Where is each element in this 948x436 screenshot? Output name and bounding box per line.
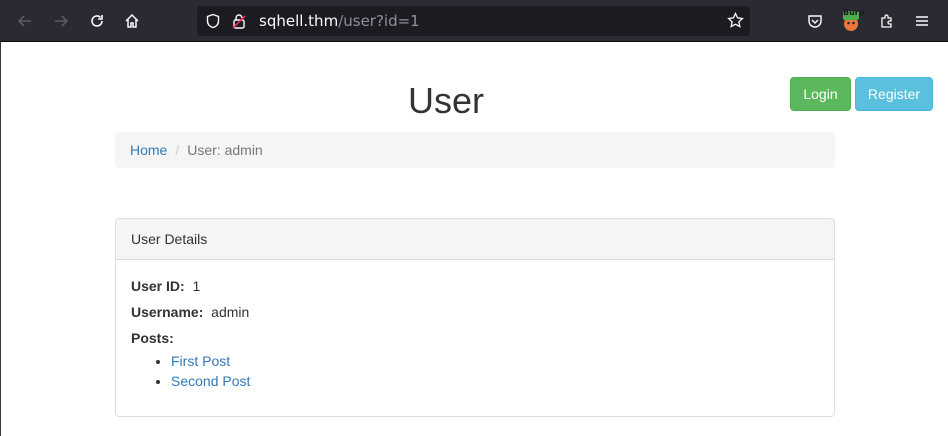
panel-body: User ID: 1 Username: admin Posts: First …	[116, 260, 834, 391]
post-link-second[interactable]: Second Post	[171, 371, 819, 391]
user-id-value: 1	[192, 278, 201, 294]
bookmark-star-icon[interactable]	[727, 11, 744, 34]
burp-extension-icon[interactable]: Burp	[837, 7, 865, 35]
forward-arrow-icon[interactable]	[47, 7, 75, 35]
back-arrow-icon[interactable]	[11, 7, 39, 35]
shield-icon[interactable]	[205, 13, 221, 34]
login-button[interactable]: Login	[790, 77, 851, 111]
extensions-puzzle-icon[interactable]	[873, 7, 901, 35]
reload-icon[interactable]	[83, 7, 111, 35]
register-button[interactable]: Register	[855, 77, 933, 111]
burp-badge: Burp	[843, 8, 865, 17]
user-details-panel: User Details User ID: 1 Username: admin …	[115, 218, 835, 417]
page-content: User Login Register Home / User: admin U…	[0, 42, 948, 436]
username-label: Username:	[131, 304, 204, 320]
browser-toolbar: sqhell.thm/user?id=1 Burp	[0, 0, 948, 42]
breadcrumb-separator: /	[175, 142, 180, 158]
posts-list: First Post Second Post	[131, 351, 819, 391]
breadcrumb-home-link[interactable]: Home	[130, 142, 167, 158]
page-title: User	[407, 80, 484, 121]
user-id-row: User ID: 1	[131, 277, 819, 303]
home-icon[interactable]	[118, 7, 146, 35]
user-id-label: User ID:	[131, 278, 185, 294]
url-bar[interactable]: sqhell.thm/user?id=1	[197, 6, 750, 36]
posts-label: Posts:	[131, 330, 174, 346]
username-value: admin	[211, 304, 250, 320]
post-link-first[interactable]: First Post	[171, 351, 819, 371]
breadcrumb-current: User: admin	[187, 142, 263, 158]
url-host: sqhell.thm	[259, 12, 339, 30]
breadcrumb: Home / User: admin	[115, 132, 835, 168]
menu-hamburger-icon[interactable]	[908, 7, 936, 35]
url-text[interactable]: sqhell.thm/user?id=1	[259, 12, 420, 30]
url-path: /user?id=1	[338, 12, 420, 30]
pocket-icon[interactable]	[801, 7, 829, 35]
panel-heading: User Details	[116, 219, 834, 260]
username-row: Username: admin	[131, 303, 819, 329]
posts-row: Posts:	[131, 329, 819, 347]
insecure-lock-icon[interactable]	[232, 13, 246, 34]
